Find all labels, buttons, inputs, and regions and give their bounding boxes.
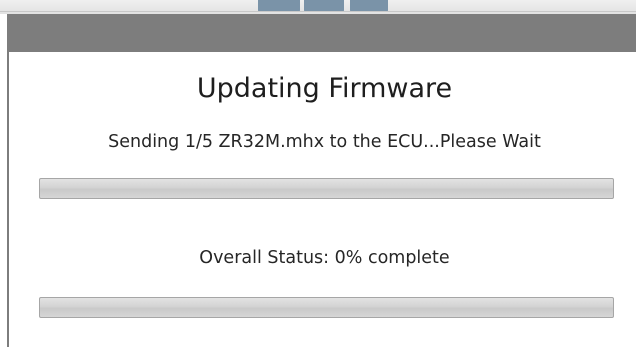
overall-progress-bar (39, 297, 614, 318)
background-window (0, 0, 636, 14)
dialog-title: Updating Firmware (196, 73, 453, 104)
dialog-titlebar[interactable] (9, 14, 636, 52)
file-status-text: Sending 1/5 ZR32M.mhx to the ECU...Pleas… (108, 132, 541, 152)
background-divider (0, 11, 636, 12)
firmware-update-dialog: Updating Firmware Sending 1/5 ZR32M.mhx … (7, 14, 636, 347)
overall-status-text: Overall Status: 0% complete (199, 248, 450, 268)
file-progress-bar (39, 178, 614, 199)
